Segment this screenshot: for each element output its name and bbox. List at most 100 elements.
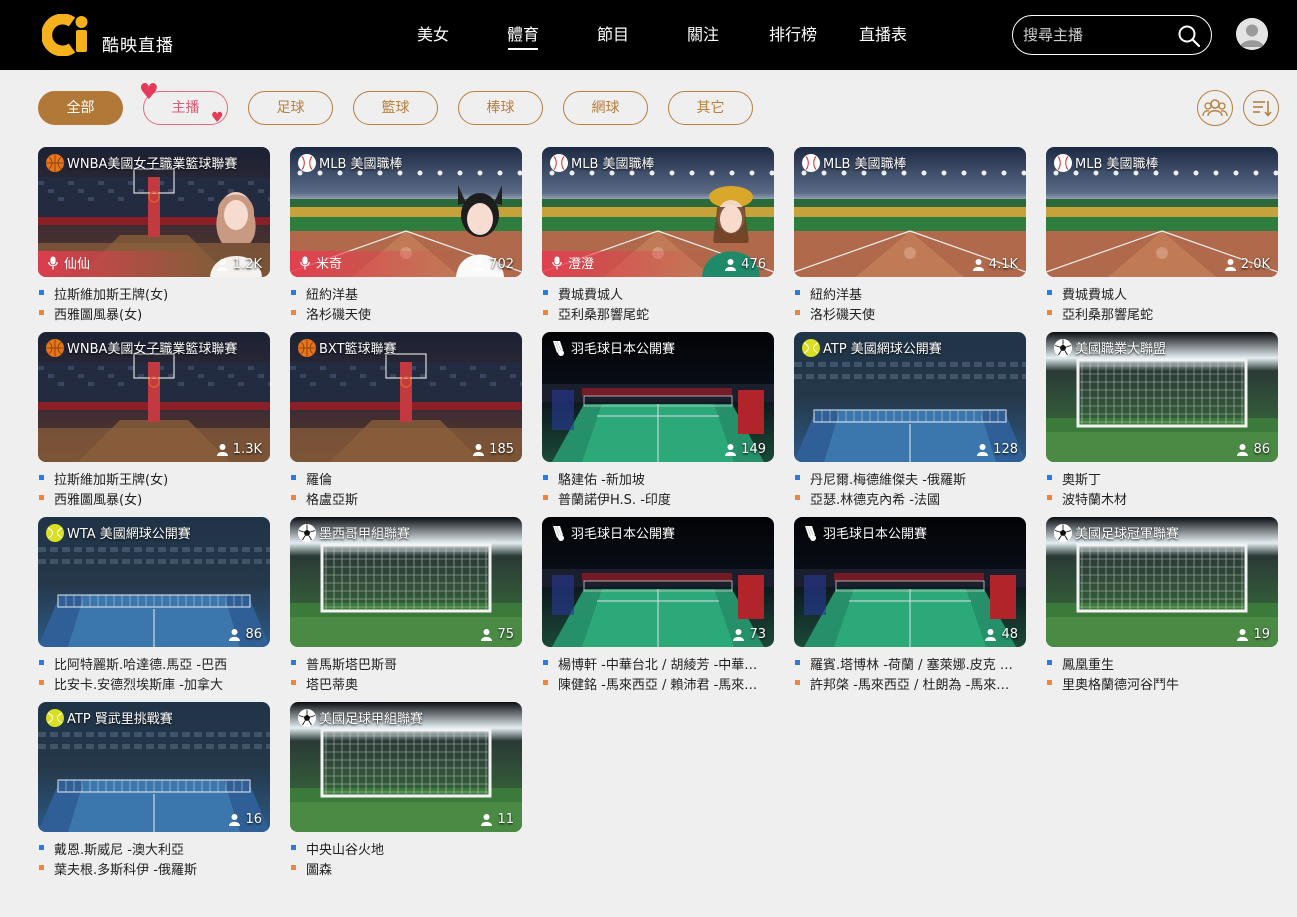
nav-following[interactable]: 關注 xyxy=(658,0,748,70)
league-name: WNBA美國女子職業籃球聯賽 xyxy=(67,342,238,357)
stream-thumbnail[interactable]: MLB 美國職棒 2.0K xyxy=(1046,147,1278,277)
soccer-icon xyxy=(1054,338,1072,357)
stream-thumbnail[interactable]: ATP 賢武里挑戰賽 16 xyxy=(38,702,270,832)
viewer-icon xyxy=(473,444,485,456)
away-team: 里奧格蘭德河谷鬥牛 xyxy=(1046,674,1278,693)
stream-thumbnail[interactable]: 羽毛球日本公開賽 149 xyxy=(542,332,774,462)
stream-thumbnail[interactable]: 米奇 MLB 美國職棒 702 xyxy=(290,147,522,277)
stream-thumbnail[interactable]: 美國職業大聯盟 86 xyxy=(1046,332,1278,462)
stream-thumbnail[interactable]: 墨西哥甲組聯賽 75 xyxy=(290,517,522,647)
search-input[interactable] xyxy=(1023,24,1173,46)
away-team: 格盧亞斯 xyxy=(290,489,522,508)
viewer-icon xyxy=(481,814,493,826)
nav-sports[interactable]: 體育 xyxy=(478,0,568,70)
viewer-number: 86 xyxy=(245,627,262,642)
away-team: 西雅圖風暴(女) xyxy=(38,304,270,323)
baseball-icon xyxy=(802,153,820,172)
league-tag: ATP 賢武里挑戰賽 xyxy=(46,708,173,727)
viewer-count: 1.2K xyxy=(216,257,262,272)
sort-button[interactable] xyxy=(1243,90,1279,126)
viewer-number: 185 xyxy=(489,442,514,457)
live-card[interactable]: MLB 美國職棒 4.1K 紐約洋基 洛杉磯天使 xyxy=(794,147,1026,327)
viewer-icon xyxy=(1224,259,1236,271)
viewer-icon xyxy=(725,259,737,271)
stream-thumbnail[interactable]: ATP 美國網球公開賽 128 xyxy=(794,332,1026,462)
stream-thumbnail[interactable]: WNBA美國女子職業籃球聯賽 1.3K xyxy=(38,332,270,462)
nav-ranking[interactable]: 排行榜 xyxy=(748,0,838,70)
user-avatar-icon[interactable] xyxy=(1236,18,1268,50)
filter-baseball[interactable]: 棒球 xyxy=(458,91,543,125)
viewer-number: 149 xyxy=(741,442,766,457)
viewer-icon xyxy=(733,629,745,641)
filter-tennis[interactable]: 網球 xyxy=(563,91,648,125)
league-tag: MLB 美國職棒 xyxy=(802,153,907,172)
nav-schedule[interactable]: 直播表 xyxy=(838,0,928,70)
stream-thumbnail[interactable]: 羽毛球日本公開賽 48 xyxy=(794,517,1026,647)
viewer-count: 476 xyxy=(724,257,766,272)
filter-other[interactable]: 其它 xyxy=(668,91,753,125)
away-team: 塔巴蒂奧 xyxy=(290,674,522,693)
microphone-icon xyxy=(300,256,310,269)
home-team: 紐約洋基 xyxy=(794,284,1026,303)
stream-thumbnail[interactable]: 美國足球甲組聯賽 11 xyxy=(290,702,522,832)
viewer-icon xyxy=(985,629,997,641)
search-icon[interactable] xyxy=(1177,24,1201,48)
live-card[interactable]: 羽毛球日本公開賽 149 駱建佑 -新加坡 普蘭諾伊H.S. -印度 xyxy=(542,332,774,512)
live-card[interactable]: 美國足球甲組聯賽 11 中央山谷火地 圖森 xyxy=(290,702,522,882)
live-card[interactable]: 羽毛球日本公開賽 48 羅賓.塔博林 -荷蘭 / 塞萊娜.皮克 … 許邦棨 -馬… xyxy=(794,517,1026,697)
league-name: 羽毛球日本公開賽 xyxy=(571,527,676,542)
filter-basketball[interactable]: 籃球 xyxy=(353,91,438,125)
league-tag: 羽毛球日本公開賽 xyxy=(802,523,927,542)
live-card[interactable]: MLB 美國職棒 2.0K 費城費城人 亞利桑那響尾蛇 xyxy=(1046,147,1278,327)
league-name: 墨西哥甲組聯賽 xyxy=(319,527,411,542)
home-team: 費城費城人 xyxy=(1046,284,1278,303)
filter-soccer[interactable]: 足球 xyxy=(248,91,333,125)
live-card[interactable]: 米奇 MLB 美國職棒 702 紐約洋基 洛杉磯天使 xyxy=(290,147,522,327)
stream-thumbnail[interactable]: BXT籃球聯賽 185 xyxy=(290,332,522,462)
microphone-icon xyxy=(48,256,58,269)
viewer-icon xyxy=(481,629,493,641)
live-card[interactable]: WNBA美國女子職業籃球聯賽 1.3K 拉斯維加斯王牌(女) 西雅圖風暴(女) xyxy=(38,332,270,512)
basketball-icon xyxy=(46,153,64,172)
badminton-icon xyxy=(550,524,568,542)
host-label: 仙仙 xyxy=(48,253,90,272)
league-tag: BXT籃球聯賽 xyxy=(298,338,397,357)
live-card[interactable]: ATP 美國網球公開賽 128 丹尼爾.梅德維傑夫 -俄羅斯 亞瑟.林德克內希 … xyxy=(794,332,1026,512)
nav-beauty[interactable]: 美女 xyxy=(388,0,478,70)
group-view-button[interactable] xyxy=(1197,90,1233,126)
baseball-icon xyxy=(298,153,316,172)
home-team: 戴恩.斯威尼 -澳大利亞 xyxy=(38,839,270,858)
league-name: 美國足球甲組聯賽 xyxy=(319,712,424,727)
home-team: 羅賓.塔博林 -荷蘭 / 塞萊娜.皮克 … xyxy=(794,654,1026,673)
nav-shows[interactable]: 節目 xyxy=(568,0,658,70)
filter-all[interactable]: 全部 xyxy=(38,91,123,125)
viewer-icon xyxy=(977,444,989,456)
live-card[interactable]: BXT籃球聯賽 185 羅倫 格盧亞斯 xyxy=(290,332,522,512)
league-name: ATP 賢武里挑戰賽 xyxy=(67,712,173,727)
site-logo[interactable]: 酷映直播 xyxy=(41,13,174,57)
league-name: 羽毛球日本公開賽 xyxy=(823,527,928,542)
live-card[interactable]: 澄澄 MLB 美國職棒 476 費城費城人 亞利桑那響尾蛇 xyxy=(542,147,774,327)
stream-thumbnail[interactable]: 澄澄 MLB 美國職棒 476 xyxy=(542,147,774,277)
live-card[interactable]: ATP 賢武里挑戰賽 16 戴恩.斯威尼 -澳大利亞 葉夫根.多斯科伊 -俄羅斯 xyxy=(38,702,270,882)
stream-thumbnail[interactable]: 仙仙 WNBA美國女子職業籃球聯賽 1.2K xyxy=(38,147,270,277)
league-name: MLB 美國職棒 xyxy=(571,157,655,172)
league-tag: 美國足球甲組聯賽 xyxy=(298,708,423,727)
sort-icon xyxy=(1253,101,1272,117)
home-team: 羅倫 xyxy=(290,469,522,488)
stream-thumbnail[interactable]: WTA 美國網球公開賽 86 xyxy=(38,517,270,647)
live-card[interactable]: 羽毛球日本公開賽 73 楊博軒 -中華台北 / 胡綾芳 -中華… 陳健銘 -馬來… xyxy=(542,517,774,697)
viewer-icon xyxy=(473,259,485,271)
stream-thumbnail[interactable]: 羽毛球日本公開賽 73 xyxy=(542,517,774,647)
stream-thumbnail[interactable]: 美國足球冠軍聯賽 19 xyxy=(1046,517,1278,647)
live-card[interactable]: 仙仙 WNBA美國女子職業籃球聯賽 1.2K 拉斯維加斯王牌(女) 西雅圖風暴(… xyxy=(38,147,270,327)
live-card[interactable]: 墨西哥甲組聯賽 75 普馬斯塔巴斯哥 塔巴蒂奧 xyxy=(290,517,522,697)
host-label: 澄澄 xyxy=(552,253,594,272)
live-card[interactable]: 美國足球冠軍聯賽 19 鳳凰重生 里奧格蘭德河谷鬥牛 xyxy=(1046,517,1278,697)
viewer-count: 149 xyxy=(724,442,766,457)
stream-thumbnail[interactable]: MLB 美國職棒 4.1K xyxy=(794,147,1026,277)
brand-name: 酷映直播 xyxy=(102,36,174,56)
live-card[interactable]: WTA 美國網球公開賽 86 比阿特麗斯.哈達德.馬亞 -巴西 比安卡.安德烈埃… xyxy=(38,517,270,697)
live-card[interactable]: 美國職業大聯盟 86 奧斯丁 波特蘭木材 xyxy=(1046,332,1278,512)
microphone-icon xyxy=(552,256,562,269)
